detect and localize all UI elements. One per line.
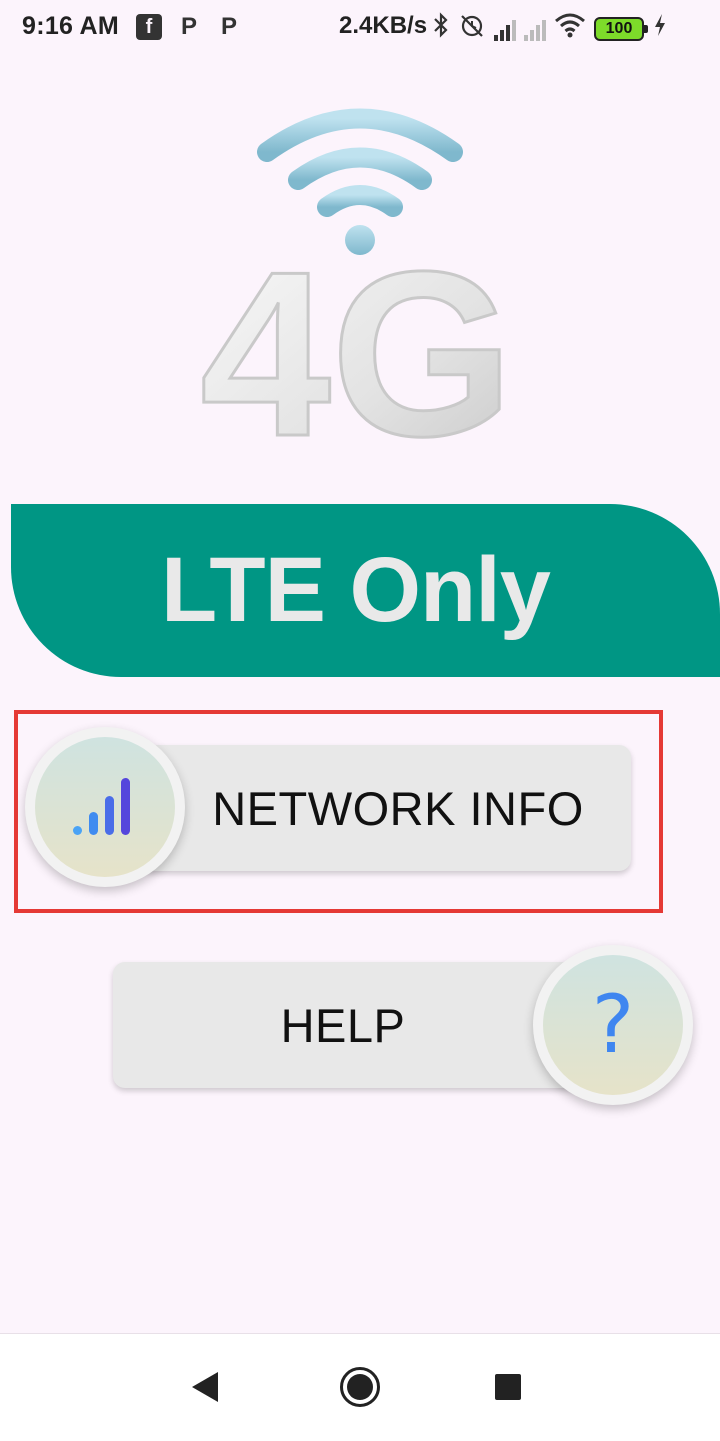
signal-icon bbox=[494, 17, 516, 41]
network-info-icon-button[interactable] bbox=[25, 727, 185, 887]
home-icon[interactable] bbox=[340, 1367, 380, 1407]
question-mark-icon: ? bbox=[591, 978, 635, 1071]
bluetooth-icon bbox=[432, 12, 450, 46]
status-bar: 9:16 AM f P P 2.4KB/s 100 bbox=[0, 0, 720, 56]
signal-bars-icon bbox=[73, 778, 130, 835]
help-label: HELP bbox=[280, 998, 406, 1052]
signal-no-service-icon bbox=[524, 17, 546, 41]
network-speed: 2.4KB/s bbox=[339, 12, 428, 39]
network-info-label: NETWORK INFO bbox=[212, 781, 584, 835]
notification-icons: f P P bbox=[136, 13, 242, 40]
help-icon-button[interactable]: ? bbox=[533, 945, 693, 1105]
help-button[interactable]: HELP bbox=[113, 962, 583, 1088]
battery-icon: 100 bbox=[594, 17, 648, 41]
recent-apps-icon[interactable] bbox=[495, 1374, 521, 1400]
alarm-off-icon bbox=[458, 12, 486, 46]
hero-4g-label: 4G bbox=[200, 222, 514, 470]
pinterest-icon: P bbox=[220, 13, 237, 40]
back-icon[interactable] bbox=[192, 1372, 218, 1402]
mode-banner: LTE Only bbox=[11, 504, 720, 677]
wifi-4g-icon: 4G bbox=[199, 108, 515, 487]
banner-title: LTE Only bbox=[161, 539, 551, 641]
pinterest-icon: P bbox=[180, 13, 197, 40]
charging-icon bbox=[652, 12, 668, 46]
wifi-4g-logo: 4G bbox=[170, 100, 550, 487]
wifi-icon bbox=[554, 12, 586, 46]
system-nav-bar bbox=[0, 1333, 720, 1441]
status-time: 9:16 AM bbox=[22, 12, 120, 40]
facebook-icon: f bbox=[136, 14, 162, 40]
network-info-button[interactable]: NETWORK INFO bbox=[140, 745, 631, 871]
